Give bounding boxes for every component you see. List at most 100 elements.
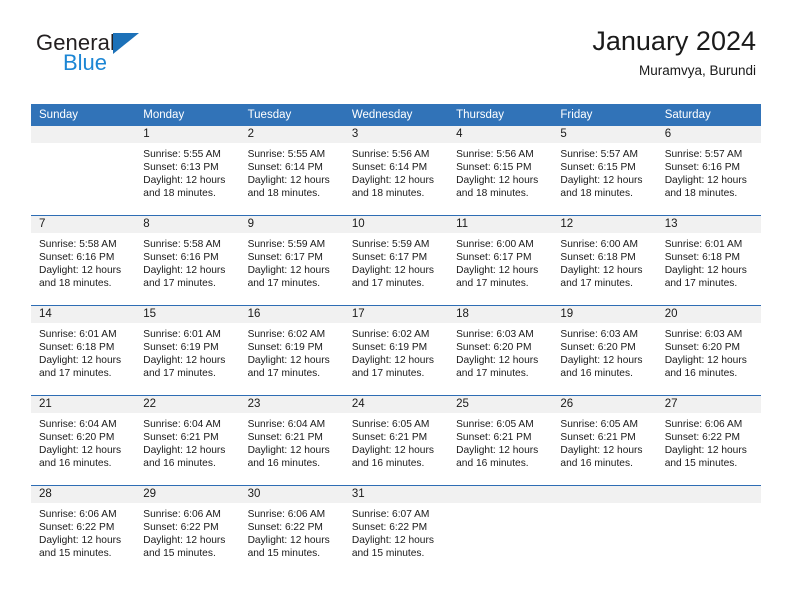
daylight-text-line1: Daylight: 12 hours xyxy=(560,445,643,457)
daylight-text-line1: Daylight: 12 hours xyxy=(143,355,226,367)
daylight-text-line2: and 15 minutes. xyxy=(351,548,425,560)
daylight-text-line2: and 16 minutes. xyxy=(351,458,425,470)
daylight-text-line2: and 17 minutes. xyxy=(39,368,112,380)
daylight-text-line1: Daylight: 12 hours xyxy=(39,445,122,457)
daylight-text-line2: and 18 minutes. xyxy=(664,188,738,200)
daylight-text-line2: and 17 minutes. xyxy=(143,278,216,290)
day-number: 15 xyxy=(135,306,240,323)
calendar-day[interactable]: 12 Sunrise: 6:00 AM Sunset: 6:18 PM Dayligh… xyxy=(552,216,657,305)
day-number: 5 xyxy=(552,126,657,143)
calendar-day[interactable]: 26 Sunrise: 6:05 AM Sunset: 6:21 PM Dayligh… xyxy=(552,396,657,485)
day-number: 31 xyxy=(343,486,449,503)
sunset-text: Sunset: 6:22 PM xyxy=(247,522,323,534)
calendar-cell xyxy=(31,126,136,216)
sunset-text: Sunset: 6:15 PM xyxy=(560,162,636,174)
daylight-text-line2: and 16 minutes. xyxy=(664,368,738,380)
sunrise-text: Sunrise: 6:03 AM xyxy=(560,329,638,340)
calendar-cell: 17 Sunrise: 6:02 AM Sunset: 6:19 PM Dayligh… xyxy=(343,305,449,396)
day-sun-info: Sunrise: 5:59 AM Sunset: 6:17 PM Daylight:… xyxy=(344,233,448,290)
calendar-day[interactable]: 25 Sunrise: 6:05 AM Sunset: 6:21 PM Dayligh… xyxy=(448,396,553,485)
calendar-day[interactable]: 28 Sunrise: 6:06 AM Sunset: 6:22 PM Dayligh… xyxy=(31,486,136,575)
sunset-text: Sunset: 6:19 PM xyxy=(143,342,219,354)
calendar-day[interactable]: 13 Sunrise: 6:01 AM Sunset: 6:18 PM Dayligh… xyxy=(656,216,761,305)
day-number: 24 xyxy=(343,396,449,413)
daylight-text-line1: Daylight: 12 hours xyxy=(456,355,539,367)
day-sun-info: Sunrise: 5:58 AM Sunset: 6:16 PM Daylight:… xyxy=(31,233,135,290)
weekday-header-monday: Monday xyxy=(135,104,240,126)
calendar-day[interactable]: 2 Sunrise: 5:55 AM Sunset: 6:14 PM Daylight… xyxy=(239,126,344,215)
calendar-cell: 25 Sunrise: 6:05 AM Sunset: 6:21 PM Dayligh… xyxy=(448,395,553,486)
day-sun-info: Sunrise: 5:56 AM Sunset: 6:14 PM Daylight:… xyxy=(344,143,448,200)
daylight-text-line1: Daylight: 12 hours xyxy=(143,445,226,457)
day-sun-info: Sunrise: 5:58 AM Sunset: 6:16 PM Daylight:… xyxy=(135,233,239,290)
sunrise-text: Sunrise: 6:05 AM xyxy=(456,419,534,430)
general-blue-logo[interactable]: General Blue xyxy=(36,26,139,74)
sunrise-text: Sunrise: 6:02 AM xyxy=(351,329,430,340)
calendar-day[interactable]: 18 Sunrise: 6:03 AM Sunset: 6:20 PM Dayligh… xyxy=(448,306,553,395)
calendar-day[interactable]: 29 Sunrise: 6:06 AM Sunset: 6:22 PM Dayligh… xyxy=(135,486,240,575)
calendar-day[interactable]: 16 Sunrise: 6:02 AM Sunset: 6:19 PM Dayligh… xyxy=(239,306,344,395)
calendar-day[interactable]: 8 Sunrise: 5:58 AM Sunset: 6:16 PM Daylight… xyxy=(135,216,240,305)
daylight-text-line2: and 16 minutes. xyxy=(143,458,216,470)
weekday-header-wednesday: Wednesday xyxy=(343,104,449,126)
day-number: 9 xyxy=(239,216,344,233)
calendar-day[interactable]: 11 Sunrise: 6:00 AM Sunset: 6:17 PM Dayligh… xyxy=(448,216,553,305)
day-sun-info: Sunrise: 6:03 AM Sunset: 6:20 PM Daylight:… xyxy=(552,323,656,380)
calendar-day[interactable]: 5 Sunrise: 5:57 AM Sunset: 6:15 PM Daylight… xyxy=(552,126,657,215)
calendar-cell: 7 Sunrise: 5:58 AM Sunset: 6:16 PM Daylight… xyxy=(31,215,136,306)
calendar-day[interactable]: 15 Sunrise: 6:01 AM Sunset: 6:19 PM Dayligh… xyxy=(135,306,240,395)
calendar-day[interactable]: 14 Sunrise: 6:01 AM Sunset: 6:18 PM Dayligh… xyxy=(31,306,136,395)
day-number: 26 xyxy=(552,396,657,413)
sunset-text: Sunset: 6:14 PM xyxy=(247,162,323,174)
calendar-day[interactable]: 30 Sunrise: 6:06 AM Sunset: 6:22 PM Dayligh… xyxy=(239,486,344,575)
calendar-cell: 5 Sunrise: 5:57 AM Sunset: 6:15 PM Daylight… xyxy=(552,126,657,216)
calendar-day[interactable]: 27 Sunrise: 6:06 AM Sunset: 6:22 PM Dayligh… xyxy=(656,396,761,485)
day-sun-info: Sunrise: 6:02 AM Sunset: 6:19 PM Daylight:… xyxy=(240,323,344,380)
sunset-text: Sunset: 6:18 PM xyxy=(664,252,741,264)
sunrise-text: Sunrise: 6:06 AM xyxy=(247,509,326,520)
calendar-day[interactable]: 31 Sunrise: 6:07 AM Sunset: 6:22 PM Dayligh… xyxy=(343,486,449,575)
sunset-text: Sunset: 6:21 PM xyxy=(143,432,219,444)
day-number: 21 xyxy=(31,396,136,413)
calendar-day[interactable]: 10 Sunrise: 5:59 AM Sunset: 6:17 PM Dayligh… xyxy=(343,216,449,305)
day-sun-info: Sunrise: 6:00 AM Sunset: 6:18 PM Daylight:… xyxy=(552,233,656,290)
sunset-text: Sunset: 6:20 PM xyxy=(456,342,532,354)
triangle-icon xyxy=(112,33,139,54)
daylight-text-line2: and 18 minutes. xyxy=(143,188,216,200)
calendar-day[interactable]: 1 Sunrise: 5:55 AM Sunset: 6:13 PM Daylight… xyxy=(135,126,240,215)
calendar-day[interactable]: 22 Sunrise: 6:04 AM Sunset: 6:21 PM Dayligh… xyxy=(135,396,240,485)
calendar-day[interactable]: 23 Sunrise: 6:04 AM Sunset: 6:21 PM Dayligh… xyxy=(239,396,344,485)
sunset-text: Sunset: 6:21 PM xyxy=(560,432,636,444)
calendar-day[interactable]: 20 Sunrise: 6:03 AM Sunset: 6:20 PM Dayligh… xyxy=(656,306,761,395)
page-subtitle: Muramvya, Burundi xyxy=(638,63,756,79)
calendar-day[interactable]: 24 Sunrise: 6:05 AM Sunset: 6:21 PM Dayligh… xyxy=(343,396,449,485)
calendar-cell: 28 Sunrise: 6:06 AM Sunset: 6:22 PM Dayligh… xyxy=(31,485,136,575)
calendar-day[interactable]: 21 Sunrise: 6:04 AM Sunset: 6:20 PM Dayligh… xyxy=(31,396,136,485)
sunset-text: Sunset: 6:17 PM xyxy=(247,252,323,264)
calendar-day[interactable]: 4 Sunrise: 5:56 AM Sunset: 6:15 PM Daylight… xyxy=(448,126,553,215)
day-sun-info: Sunrise: 5:55 AM Sunset: 6:14 PM Daylight:… xyxy=(240,143,344,200)
sunset-text: Sunset: 6:18 PM xyxy=(39,342,115,354)
sunset-text: Sunset: 6:17 PM xyxy=(351,252,428,264)
sunrise-text: Sunrise: 5:55 AM xyxy=(143,149,221,160)
day-sun-info: Sunrise: 6:01 AM Sunset: 6:19 PM Daylight:… xyxy=(135,323,239,380)
daylight-text-line1: Daylight: 12 hours xyxy=(39,265,122,277)
day-number: 14 xyxy=(31,306,136,323)
daylight-text-line2: and 17 minutes. xyxy=(456,278,529,290)
sunrise-text: Sunrise: 6:00 AM xyxy=(456,239,534,250)
calendar-cell: 30 Sunrise: 6:06 AM Sunset: 6:22 PM Dayligh… xyxy=(239,485,344,575)
sunrise-text: Sunrise: 6:01 AM xyxy=(39,329,117,340)
calendar-day[interactable]: 6 Sunrise: 5:57 AM Sunset: 6:16 PM Daylight… xyxy=(656,126,761,215)
day-sun-info: Sunrise: 6:00 AM Sunset: 6:17 PM Daylight:… xyxy=(448,233,552,290)
calendar-day[interactable]: 17 Sunrise: 6:02 AM Sunset: 6:19 PM Dayligh… xyxy=(343,306,449,395)
calendar-day[interactable]: 7 Sunrise: 5:58 AM Sunset: 6:16 PM Daylight… xyxy=(31,216,136,305)
calendar-day[interactable]: 9 Sunrise: 5:59 AM Sunset: 6:17 PM Daylight… xyxy=(239,216,344,305)
day-sun-info: Sunrise: 5:57 AM Sunset: 6:15 PM Daylight:… xyxy=(552,143,656,200)
calendar-day[interactable]: 3 Sunrise: 5:56 AM Sunset: 6:14 PM Daylight… xyxy=(343,126,449,215)
sunset-text: Sunset: 6:21 PM xyxy=(247,432,323,444)
day-sun-info: Sunrise: 5:57 AM Sunset: 6:16 PM Daylight:… xyxy=(657,143,761,200)
sunrise-text: Sunrise: 6:04 AM xyxy=(39,419,117,430)
sunset-text: Sunset: 6:22 PM xyxy=(143,522,219,534)
day-number: 25 xyxy=(448,396,553,413)
calendar-day[interactable]: 19 Sunrise: 6:03 AM Sunset: 6:20 PM Dayligh… xyxy=(552,306,657,395)
